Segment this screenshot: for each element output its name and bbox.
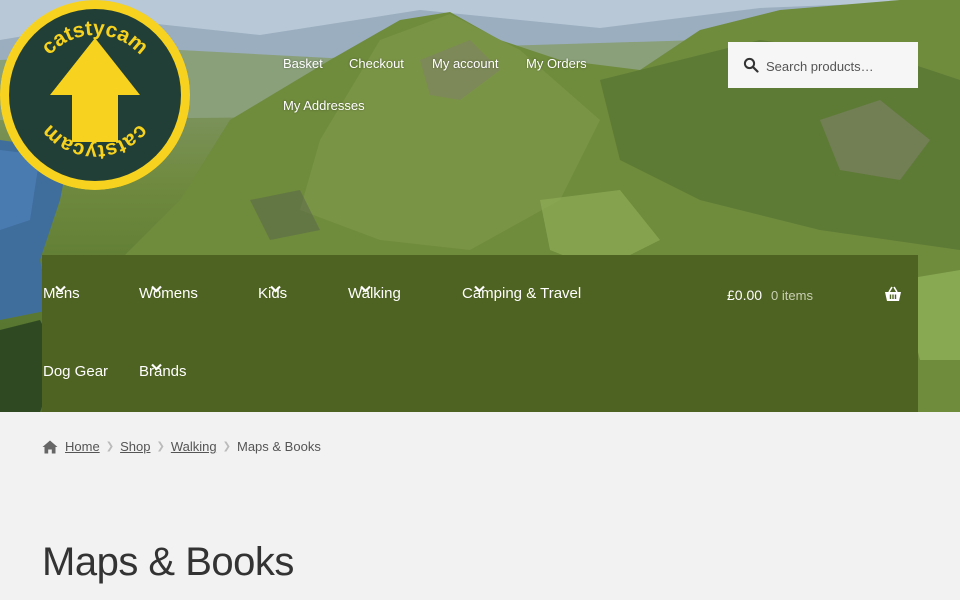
home-icon <box>42 440 58 453</box>
breadcrumb: Home ❯ Shop ❯ Walking ❯ Maps & Books <box>42 439 321 454</box>
chevron-down-icon <box>474 285 485 293</box>
menu-item-walking[interactable]: Walking <box>348 285 401 302</box>
menu-item-kids[interactable]: Kids <box>258 285 287 302</box>
page-title: Maps & Books <box>42 540 294 584</box>
menu-item-label: Walking <box>348 285 401 302</box>
search-input[interactable] <box>764 54 913 78</box>
menu-item-label: Womens <box>139 285 198 302</box>
chevron-down-icon <box>360 285 371 293</box>
header-cart[interactable]: £0.00 0 items <box>727 285 901 305</box>
nav-link-basket[interactable]: Basket <box>283 56 323 71</box>
menu-item-womens[interactable]: Womens <box>139 285 198 302</box>
cart-item-count: 0 items <box>771 287 813 303</box>
chevron-down-icon <box>151 363 162 371</box>
menu-item-camping-travel[interactable]: Camping & Travel <box>462 285 581 302</box>
chevron-right-icon: ❯ <box>222 441 231 452</box>
chevron-down-icon <box>151 285 162 293</box>
product-search <box>728 42 918 88</box>
search-icon <box>743 57 759 73</box>
menu-item-brands[interactable]: Brands <box>139 363 187 380</box>
catstycam-logo[interactable]: catstycam catstycam <box>0 0 190 190</box>
basket-icon <box>885 286 901 301</box>
chevron-down-icon <box>55 285 66 293</box>
header-background: catstycam catstycam Basket Checkout My a… <box>0 0 960 412</box>
nav-link-my-orders[interactable]: My Orders <box>526 56 587 71</box>
menu-item-label: Brands <box>139 363 187 380</box>
chevron-right-icon: ❯ <box>156 441 165 452</box>
menu-item-mens[interactable]: Mens <box>43 285 80 302</box>
menu-item-dog-gear[interactable]: Dog Gear <box>43 363 108 380</box>
breadcrumb-shop-link[interactable]: Shop <box>120 439 150 454</box>
nav-link-my-account[interactable]: My account <box>432 56 498 71</box>
nav-link-my-addresses[interactable]: My Addresses <box>283 98 365 113</box>
nav-link-checkout[interactable]: Checkout <box>349 56 404 71</box>
breadcrumb-home-link[interactable]: Home <box>65 439 100 454</box>
cart-amount: £0.00 <box>727 287 763 303</box>
chevron-down-icon <box>270 285 281 293</box>
primary-navigation: Mens Womens Kids Walking Camping & Trave… <box>42 255 918 412</box>
breadcrumb-current: Maps & Books <box>237 439 321 454</box>
breadcrumb-walking-link[interactable]: Walking <box>171 439 217 454</box>
chevron-right-icon: ❯ <box>105 441 115 452</box>
menu-item-label: Dog Gear <box>43 363 109 380</box>
